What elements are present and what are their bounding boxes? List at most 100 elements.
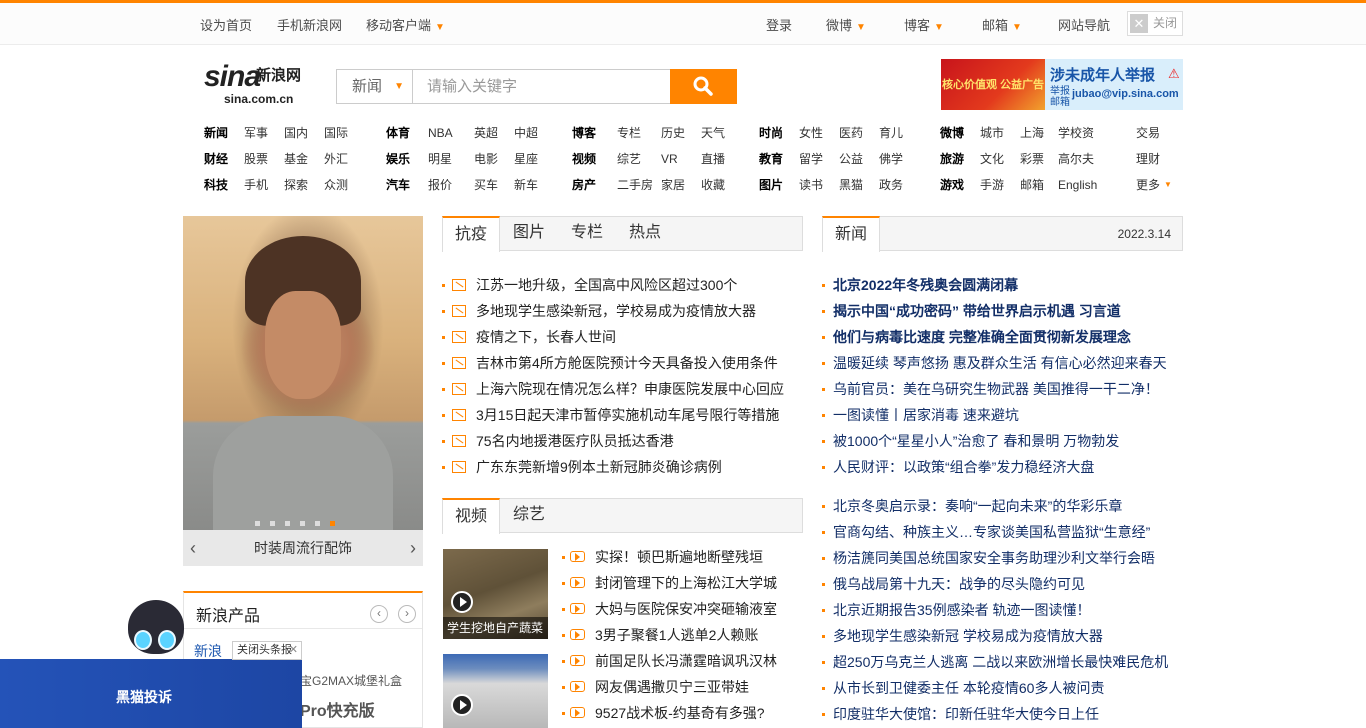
nav-link[interactable]: 综艺 bbox=[617, 146, 641, 172]
sina-logo[interactable]: sina 新浪网 sina.com.cn bbox=[204, 60, 314, 108]
tab-pictures[interactable]: 图片 bbox=[501, 216, 557, 251]
tab-video[interactable]: 视频 bbox=[442, 498, 501, 534]
nav-link[interactable]: 房产 bbox=[572, 172, 596, 198]
nav-link[interactable]: 军事 bbox=[244, 120, 268, 146]
news-item[interactable]: 北京近期报告35例感染者 轨迹一图读懂！ bbox=[822, 597, 1183, 623]
nav-link[interactable]: 邮箱 bbox=[1020, 172, 1044, 198]
nav-link[interactable]: 佛学 bbox=[879, 146, 903, 172]
nav-link[interactable]: 汽车 bbox=[386, 172, 410, 198]
nav-link[interactable]: 科技 bbox=[204, 172, 228, 198]
nav-link[interactable]: 电影 bbox=[474, 146, 498, 172]
nav-link[interactable]: 博客 bbox=[572, 120, 596, 146]
news-item[interactable]: 广东东莞新增9例本土新冠肺炎确诊病例 bbox=[442, 454, 803, 480]
nav-link[interactable]: 英超 bbox=[474, 120, 498, 146]
cat-mascot[interactable] bbox=[120, 598, 186, 658]
nav-link[interactable]: 天气 bbox=[701, 120, 725, 146]
nav-link[interactable]: 交易 bbox=[1136, 120, 1160, 146]
nav-link[interactable]: 理财 bbox=[1136, 146, 1160, 172]
nav-link[interactable]: 众测 bbox=[324, 172, 348, 198]
nav-link[interactable]: 医药 bbox=[839, 120, 863, 146]
news-item[interactable]: 疫情之下，长春人世间 bbox=[442, 324, 803, 350]
nav-link[interactable]: 报价 bbox=[428, 172, 452, 198]
nav-link[interactable]: 专栏 bbox=[617, 120, 641, 146]
weibo-menu[interactable]: 微博 ▼ bbox=[826, 15, 866, 34]
news-item[interactable]: 北京冬奥启示录：奏响“一起向未来”的华彩乐章 bbox=[822, 493, 1183, 519]
nav-link[interactable]: English bbox=[1058, 172, 1097, 198]
news-item[interactable]: 上海六院现在情况怎么样？申康医院发展中心回应 bbox=[442, 376, 803, 402]
news-item[interactable]: 一图读懂丨居家消毒 速来避坑 bbox=[822, 402, 1183, 428]
news-item[interactable]: 乌前官员：美在乌研究生物武器 美国推得一干二净！ bbox=[822, 376, 1183, 402]
nav-link[interactable]: 文化 bbox=[980, 146, 1004, 172]
nav-link[interactable]: 新闻 bbox=[204, 120, 228, 146]
nav-link[interactable]: VR bbox=[661, 146, 678, 172]
nav-link[interactable]: 图片 bbox=[759, 172, 783, 198]
nav-link[interactable]: 新车 bbox=[514, 172, 538, 198]
nav-link[interactable]: 明星 bbox=[428, 146, 452, 172]
video-news-item[interactable]: 实探！顿巴斯遍地断壁残垣 bbox=[442, 544, 803, 570]
nav-link[interactable]: 学校资 bbox=[1058, 120, 1094, 146]
news-item[interactable]: 杨洁篪同美国总统国家安全事务助理沙利文举行会晤 bbox=[822, 545, 1183, 571]
nav-link[interactable]: 手机 bbox=[244, 172, 268, 198]
nav-link[interactable]: 彩票 bbox=[1020, 146, 1044, 172]
search-input[interactable] bbox=[412, 69, 671, 104]
nav-link[interactable]: 体育 bbox=[386, 120, 410, 146]
nav-link[interactable]: 视频 bbox=[572, 146, 596, 172]
video-news-item[interactable]: 大妈与医院保安冲突砸输液室 bbox=[442, 596, 803, 622]
nav-link[interactable]: 股票 bbox=[244, 146, 268, 172]
close-ad-button[interactable]: 关闭头条报 ✕ bbox=[232, 641, 302, 660]
login-link[interactable]: 登录 bbox=[766, 15, 792, 34]
news-item[interactable]: 印度驻华大使馆：印新任驻华大使今日上任 bbox=[822, 701, 1183, 727]
nav-link[interactable]: 时尚 bbox=[759, 120, 783, 146]
nav-link[interactable]: 更多 bbox=[1136, 172, 1160, 198]
slide-dot[interactable] bbox=[270, 521, 275, 526]
video-news-item[interactable]: 前国足队长冯潇霆暗讽巩汉林 bbox=[442, 648, 803, 674]
news-item[interactable]: 多地现学生感染新冠，学校易成为疫情放大器 bbox=[442, 298, 803, 324]
news-item[interactable]: 温暖延续 琴声悠扬 惠及群众生活 有信心必然迎来春天 bbox=[822, 350, 1183, 376]
mobile-sina-link[interactable]: 手机新浪网 bbox=[277, 15, 342, 34]
video-news-item[interactable]: 9527战术板-约基奇有多强? bbox=[442, 700, 803, 726]
products-first-item[interactable]: 新浪 bbox=[194, 641, 222, 661]
slide-image[interactable] bbox=[183, 216, 423, 530]
nav-link[interactable]: 基金 bbox=[284, 146, 308, 172]
nav-link[interactable]: 留学 bbox=[799, 146, 823, 172]
nav-link[interactable]: 历史 bbox=[661, 120, 685, 146]
video-news-item[interactable]: 3男子聚餐1人逃单2人赖账 bbox=[442, 622, 803, 648]
news-item[interactable]: 人民财评：以政策“组合拳”发力稳经济大盘 bbox=[822, 454, 1183, 480]
tab-hot[interactable]: 热点 bbox=[617, 216, 673, 251]
chevron-right-icon[interactable]: › bbox=[398, 605, 416, 623]
nav-link[interactable]: 城市 bbox=[980, 120, 1004, 146]
nav-link[interactable]: 收藏 bbox=[701, 172, 725, 198]
news-item[interactable]: 吉林市第4所方舱医院预计今天具备投入使用条件 bbox=[442, 350, 803, 376]
nav-link[interactable]: 外汇 bbox=[324, 146, 348, 172]
site-nav-link[interactable]: 网站导航 bbox=[1058, 15, 1110, 34]
news-item[interactable]: 多地现学生感染新冠 学校易成为疫情放大器 bbox=[822, 623, 1183, 649]
headline-item[interactable]: 揭示中国“成功密码” 带给世界启示机遇 习言道 bbox=[822, 298, 1183, 324]
nav-link[interactable]: 政务 bbox=[879, 172, 903, 198]
floating-ad[interactable]: 黑猫投诉 bbox=[0, 659, 302, 728]
nav-link[interactable]: 黑猫 bbox=[839, 172, 863, 198]
slide-dot[interactable] bbox=[330, 521, 335, 526]
slide-caption[interactable]: 时装周流行配饰 bbox=[183, 530, 423, 566]
nav-link[interactable]: 二手房 bbox=[617, 172, 653, 198]
mobile-client-menu[interactable]: 移动客户端 ▼ bbox=[366, 15, 445, 34]
video-news-item[interactable]: 封闭管理下的上海松江大学城 bbox=[442, 570, 803, 596]
blog-menu[interactable]: 博客 ▼ bbox=[904, 15, 944, 34]
news-item[interactable]: 俄乌战局第十九天：战争的尽头隐约可见 bbox=[822, 571, 1183, 597]
nav-link[interactable]: 教育 bbox=[759, 146, 783, 172]
news-item[interactable]: 江苏一地升级，全国高中风险区超过300个 bbox=[442, 272, 803, 298]
nav-link[interactable]: 手游 bbox=[980, 172, 1004, 198]
chevron-right-icon[interactable]: › bbox=[403, 530, 423, 566]
close-button[interactable]: ✕ 关闭 bbox=[1127, 11, 1183, 36]
chevron-left-icon[interactable]: ‹ bbox=[370, 605, 388, 623]
nav-link[interactable]: 高尔夫 bbox=[1058, 146, 1094, 172]
photo-slideshow[interactable]: 时装周流行配饰 ‹ › bbox=[183, 216, 423, 566]
headline-item[interactable]: 北京2022年冬残奥会圆满闭幕 bbox=[822, 272, 1183, 298]
nav-link[interactable]: 家居 bbox=[661, 172, 685, 198]
nav-link[interactable]: 游戏 bbox=[940, 172, 964, 198]
tab-news[interactable]: 新闻 bbox=[822, 216, 881, 252]
set-homepage-link[interactable]: 设为首页 bbox=[200, 15, 252, 34]
nav-link[interactable]: 微博 bbox=[940, 120, 964, 146]
nav-link[interactable]: 女性 bbox=[799, 120, 823, 146]
news-item[interactable]: 被1000个“星星小人”治愈了 春和景明 万物勃发 bbox=[822, 428, 1183, 454]
video-news-item[interactable]: 网友偶遇撒贝宁三亚带娃 bbox=[442, 674, 803, 700]
